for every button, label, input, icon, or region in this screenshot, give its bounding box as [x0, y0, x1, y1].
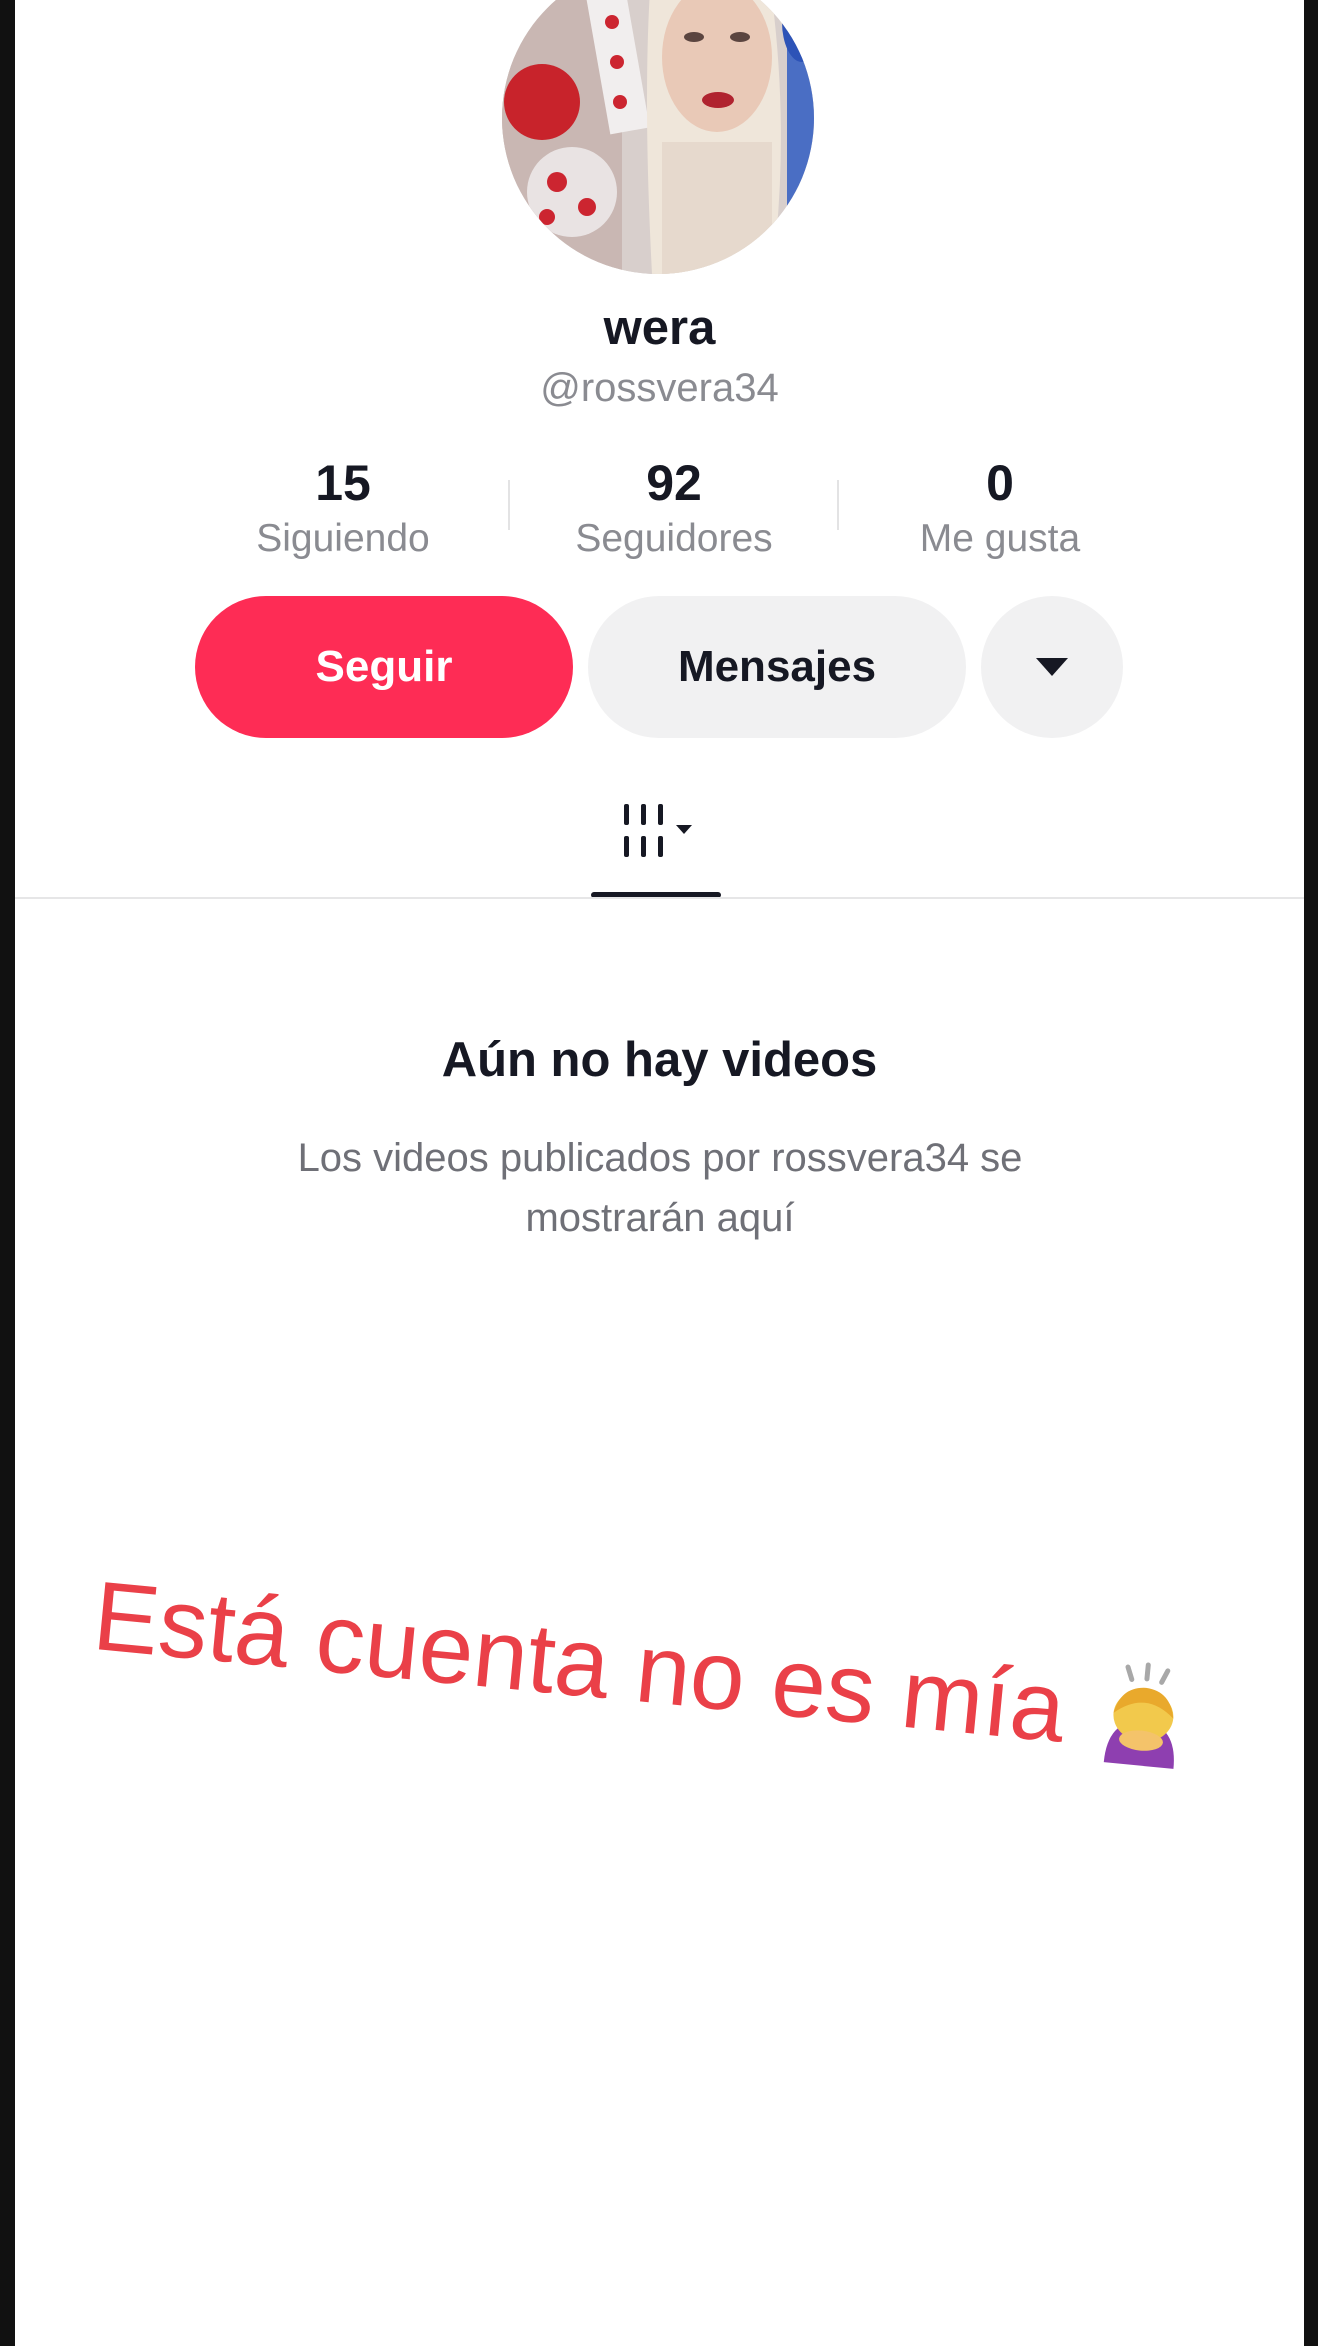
empty-state-title: Aún no hay videos	[441, 1033, 878, 1087]
following-label: Siguiendo	[256, 517, 430, 560]
likes-label: Me gusta	[919, 517, 1081, 560]
following-count: 15	[315, 455, 371, 511]
display-name: wera	[603, 301, 716, 355]
overlay-text: Está cuenta no es mía	[88, 1559, 1071, 1763]
stat-divider	[837, 480, 839, 530]
username: @rossvera34	[540, 366, 779, 410]
avatar[interactable]	[502, 0, 814, 274]
empty-state-subtitle: Los videos publicados por rossvera34 se …	[297, 1136, 1023, 1240]
follow-button[interactable]: Seguir	[195, 596, 573, 738]
overlay-caption: Está cuenta no es mía	[88, 1555, 1204, 1781]
videos-grid-icon	[624, 804, 692, 857]
avatar-image	[502, 0, 814, 274]
chevron-down-icon	[676, 825, 692, 834]
followers-label: Seguidores	[575, 517, 773, 560]
message-button[interactable]: Mensajes	[588, 596, 966, 738]
tab-divider	[15, 897, 1304, 899]
caret-down-icon	[1036, 658, 1068, 676]
likes-count: 0	[986, 455, 1014, 511]
followers-count: 92	[646, 455, 702, 511]
more-options-button[interactable]	[981, 596, 1123, 738]
profile-screen: wera @rossvera34 15 Siguiendo 92 Seguido…	[15, 0, 1304, 2346]
stat-followers[interactable]: 92 Seguidores	[524, 452, 824, 564]
stat-divider	[508, 480, 510, 530]
stat-following[interactable]: 15 Siguiendo	[193, 452, 493, 564]
tab-videos[interactable]	[591, 790, 721, 896]
person-bowing-icon	[1084, 1656, 1204, 1776]
stat-likes[interactable]: 0 Me gusta	[850, 452, 1150, 564]
